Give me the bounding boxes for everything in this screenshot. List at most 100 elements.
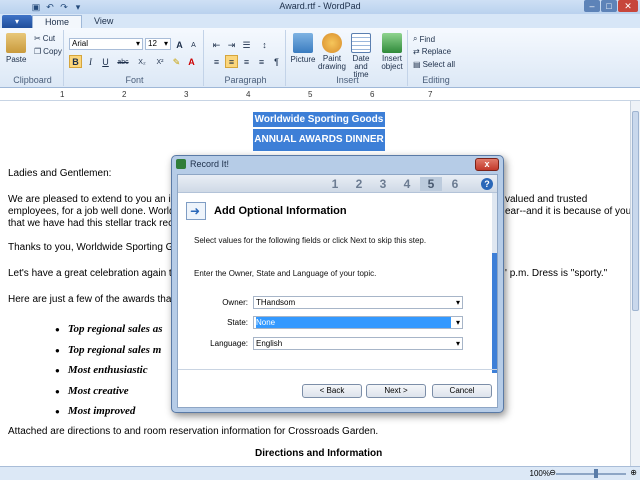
replace-icon: ⇄ (413, 47, 420, 56)
close-button[interactable]: ✕ (618, 0, 638, 12)
decrease-indent-icon[interactable]: ⇤ (210, 38, 223, 51)
step-4: 4 (403, 177, 411, 191)
copy-icon: ❐ (34, 47, 42, 56)
paragraph-group-label: Paragraph (224, 75, 267, 85)
date-time-button[interactable]: Date and time (346, 33, 376, 79)
doc-para1-line2: employees, for a job well done. World (8, 206, 175, 217)
dialog-divider (178, 369, 497, 370)
ruler-mark: 5 (308, 90, 313, 99)
font-family-combo[interactable]: Arial (69, 38, 143, 50)
object-icon (382, 33, 402, 53)
insert-object-button[interactable]: Insert object (377, 33, 407, 71)
window-controls: – □ ✕ (584, 0, 638, 12)
replace-button[interactable]: ⇄ Replace (413, 47, 451, 56)
zoom-slider[interactable] (556, 473, 626, 475)
align-right-icon[interactable]: ≡ (240, 55, 253, 68)
editing-group: ⌕ Find ⇄ Replace ▤ Select all Editing (410, 30, 462, 86)
step-3: 3 (379, 177, 387, 191)
bold-button[interactable]: B (69, 55, 82, 68)
award-item: Most creative (55, 385, 129, 397)
select-all-button[interactable]: ▤ Select all (413, 60, 455, 69)
minimize-button[interactable]: – (584, 0, 600, 12)
back-button[interactable]: < Back (302, 384, 362, 398)
dialog-content: 1 2 3 4 5 6 ? Add Optional Information S… (177, 174, 498, 408)
owner-label: Owner: (222, 298, 248, 307)
font-group: Arial 12 A A B I U abc X₂ X² ✎ A Font (66, 30, 204, 86)
strikethrough-button[interactable]: abc (114, 55, 132, 68)
insert-group: Picture Paint drawing Date and time Inse… (288, 30, 408, 86)
paste-button[interactable]: Paste (6, 33, 26, 64)
zoom-in-icon[interactable]: ⊕ (630, 468, 637, 477)
cut-button[interactable]: ✂ Cut (34, 34, 55, 43)
align-center-icon[interactable]: ≡ (225, 55, 238, 68)
scissors-icon: ✂ (34, 34, 41, 43)
cancel-button[interactable]: Cancel (432, 384, 492, 398)
picture-icon (293, 33, 313, 53)
state-select[interactable]: None (253, 316, 463, 329)
tab-view[interactable]: View (82, 15, 125, 28)
record-it-dialog: Record It! x 1 2 3 4 5 6 ? Add Optional … (171, 155, 504, 413)
ribbon: Paste ✂Cut ❐Copy Clipboard Arial 12 A A … (0, 28, 640, 88)
doc-para3-end: ' p.m. Dress is "sporty." (505, 268, 608, 279)
dialog-title: Record It! (190, 159, 230, 169)
justify-icon[interactable]: ≡ (255, 55, 268, 68)
zoom-slider-thumb[interactable] (594, 469, 598, 478)
step-2: 2 (355, 177, 363, 191)
copy-button[interactable]: ❐ Copy (34, 47, 62, 56)
doc-para1-line3: that we have had this stellar track reco (8, 218, 179, 229)
italic-button[interactable]: I (84, 55, 97, 68)
doc-para3: Let's have a great celebration again th (8, 268, 178, 279)
ruler-mark: 7 (428, 90, 433, 99)
shrink-font-button[interactable]: A (187, 38, 200, 51)
doc-heading-company: Worldwide Sporting Goods (253, 112, 385, 127)
maximize-button[interactable]: □ (601, 0, 617, 12)
vertical-scrollbar[interactable] (630, 101, 640, 466)
font-size-combo[interactable]: 12 (145, 38, 171, 50)
line-spacing-icon[interactable]: ↕ (258, 38, 271, 51)
step-5-current: 5 (420, 177, 442, 191)
doc-directions-heading: Directions and Information (255, 448, 383, 459)
underline-button[interactable]: U (99, 55, 112, 68)
next-button[interactable]: Next > (366, 384, 426, 398)
dialog-close-button[interactable]: x (475, 158, 499, 171)
tab-home[interactable]: Home (32, 15, 83, 28)
increase-indent-icon[interactable]: ⇥ (225, 38, 238, 51)
ruler-mark: 4 (246, 90, 251, 99)
ruler[interactable]: 1 2 3 4 5 6 7 (0, 89, 640, 101)
ruler-mark: 1 (60, 90, 65, 99)
find-button[interactable]: ⌕ Find (413, 34, 435, 44)
select-all-icon: ▤ (413, 60, 421, 69)
font-group-label: Font (125, 75, 144, 85)
subscript-button[interactable]: X₂ (134, 55, 150, 68)
dialog-title-bar: Record It! (176, 159, 229, 169)
paint-palette-icon (322, 33, 342, 53)
scrollbar-thumb[interactable] (632, 111, 639, 311)
owner-select[interactable]: THandsom (253, 296, 463, 309)
align-left-icon[interactable]: ≡ (210, 55, 223, 68)
ruler-mark: 6 (370, 90, 375, 99)
award-item: Top regional sales m (55, 344, 161, 356)
paragraph-settings-icon[interactable]: ¶ (270, 55, 283, 68)
window-title: Award.rtf - WordPad (279, 1, 361, 11)
picture-button[interactable]: Picture (290, 33, 316, 64)
doc-para1-line2-end: ear--and it is because of you (505, 206, 630, 217)
paint-drawing-button[interactable]: Paint drawing (317, 33, 347, 71)
zoom-out-icon[interactable]: ⊖ (549, 468, 556, 477)
dialog-side-scrollbar (492, 193, 497, 373)
text-color-icon[interactable]: A (185, 55, 198, 68)
doc-para1-line1: We are pleased to extend to you an in (8, 194, 177, 205)
binoculars-icon: ⌕ (413, 34, 418, 43)
doc-para4: Here are just a few of the awards that (8, 294, 175, 305)
grow-font-button[interactable]: A (173, 38, 186, 51)
award-item: Most improved (55, 405, 136, 417)
language-select[interactable]: English (253, 337, 463, 350)
dialog-prompt: Enter the Owner, State and Language of y… (194, 269, 377, 278)
doc-para1-line1-end: valued and trusted (505, 194, 588, 205)
clipboard-group-label: Clipboard (13, 75, 52, 85)
help-icon[interactable]: ? (481, 178, 493, 190)
doc-heading-event: ANNUAL AWARDS DINNER (253, 129, 385, 151)
superscript-button[interactable]: X² (152, 55, 168, 68)
highlight-color-icon[interactable]: ✎ (170, 55, 183, 68)
bullet-list-icon[interactable]: ☰ (240, 38, 253, 51)
application-menu-button[interactable]: ▾ (2, 15, 32, 28)
